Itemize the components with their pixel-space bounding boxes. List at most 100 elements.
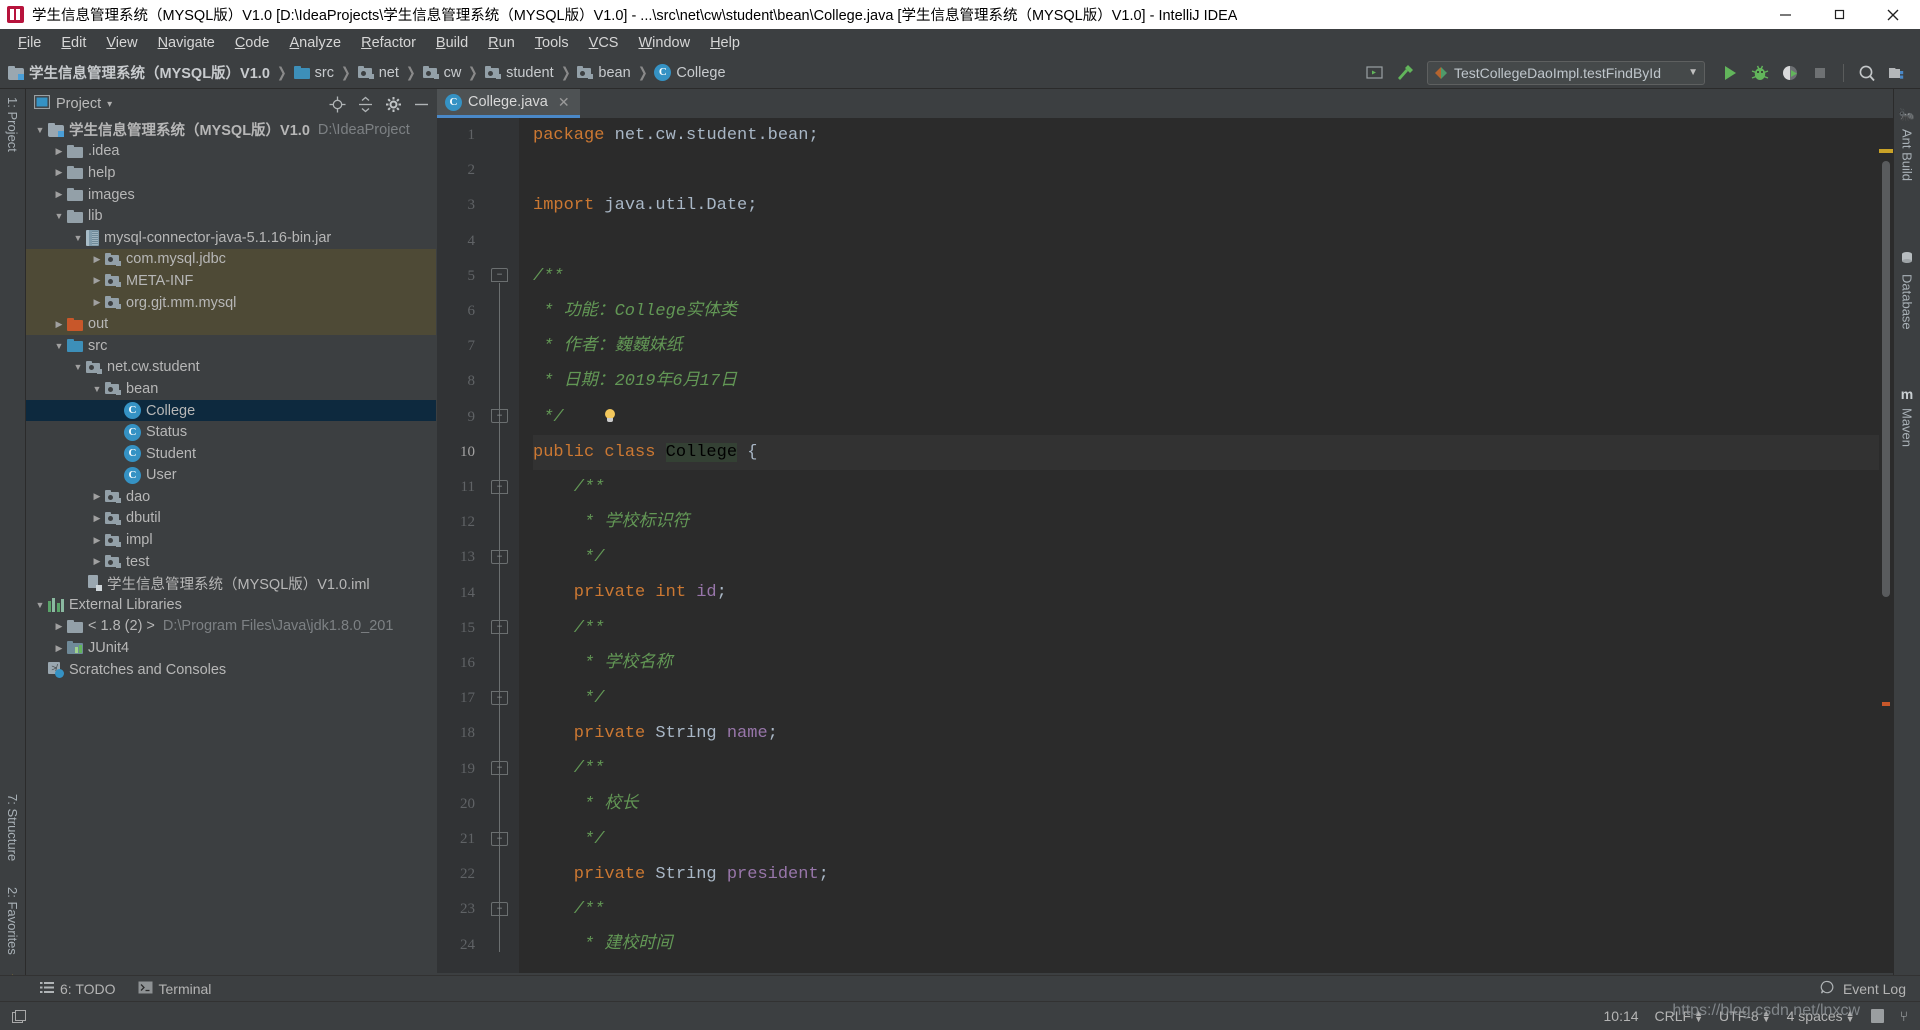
- tool-button-todo[interactable]: 6: TODO: [40, 981, 116, 997]
- menu-item-build[interactable]: Build: [426, 32, 478, 54]
- code-line[interactable]: * 日期：2019年6月17日: [533, 364, 1893, 399]
- code-line[interactable]: import java.util.Date;: [533, 188, 1893, 223]
- breadcrumb-item-mysqlv10[interactable]: 学生信息管理系统（MYSQL版）V1.0: [8, 62, 270, 83]
- chevron-right-icon[interactable]: ▶: [89, 513, 105, 524]
- tree-node[interactable]: ▼ bean: [26, 378, 436, 400]
- stop-button[interactable]: [1807, 60, 1833, 86]
- code-line[interactable]: /**: [533, 259, 1893, 294]
- menu-item-run[interactable]: Run: [478, 32, 525, 54]
- code-folding-marker[interactable]: –: [491, 902, 508, 916]
- menu-item-window[interactable]: Window: [628, 32, 700, 54]
- code-line[interactable]: * 功能：College实体类: [533, 294, 1893, 329]
- tree-node[interactable]: ▶ test: [26, 551, 436, 573]
- code-line[interactable]: * 学校标识符: [533, 505, 1893, 540]
- code-line[interactable]: private int id;: [533, 575, 1893, 610]
- chevron-right-icon[interactable]: ▶: [89, 535, 105, 546]
- editor-gutter[interactable]: 1 2 3 4 5–6 7 8 9–10 11–12 13–14 15–16 17–18 19–20 21…: [437, 118, 519, 1001]
- tree-node[interactable]: ▶ images: [26, 184, 436, 206]
- menu-item-vcs[interactable]: VCS: [579, 32, 629, 54]
- code-line[interactable]: * 校长: [533, 787, 1893, 822]
- code-folding-marker[interactable]: –: [491, 761, 508, 776]
- chevron-right-icon[interactable]: ▶: [51, 189, 67, 200]
- code-folding-marker[interactable]: –: [491, 690, 508, 705]
- code-line[interactable]: [533, 153, 1893, 188]
- breadcrumb-item-college[interactable]: C College: [654, 64, 726, 81]
- chevron-down-icon[interactable]: ▼: [32, 125, 48, 135]
- close-button[interactable]: [1866, 0, 1920, 29]
- collapse-all-icon[interactable]: [356, 95, 374, 113]
- breadcrumb-item-student[interactable]: student: [485, 65, 554, 81]
- code-line[interactable]: public class College {: [533, 434, 1893, 470]
- project-structure-button[interactable]: [1884, 60, 1910, 86]
- code-line[interactable]: * 学校名称: [533, 646, 1893, 681]
- chevron-right-icon[interactable]: ▶: [51, 167, 67, 178]
- line-separator[interactable]: CRLF ▲ ▼: [1655, 1008, 1703, 1024]
- tree-node[interactable]: ▶ dbutil: [26, 508, 436, 530]
- chevron-right-icon[interactable]: ▶: [89, 275, 105, 286]
- sidebar-tab-project[interactable]: 1: Project: [5, 89, 20, 160]
- minimize-button[interactable]: [1758, 0, 1812, 29]
- tree-node[interactable]: ▶ help: [26, 162, 436, 184]
- chevron-down-icon[interactable]: ▼: [89, 384, 105, 394]
- tree-node[interactable]: ▶ org.gjt.mm.mysql: [26, 291, 436, 314]
- hammer-icon[interactable]: [1391, 60, 1417, 86]
- event-log-label[interactable]: Event Log: [1843, 981, 1906, 997]
- tree-node[interactable]: ▶ .idea: [26, 141, 436, 163]
- chevron-right-icon[interactable]: ▶: [51, 146, 67, 157]
- code-line[interactable]: /**: [533, 751, 1893, 786]
- caret-position[interactable]: 10:14: [1604, 1008, 1639, 1024]
- code-content[interactable]: package net.cw.student.bean; import java…: [519, 118, 1893, 1001]
- tree-node[interactable]: ▶ impl: [26, 529, 436, 551]
- maximize-button[interactable]: [1812, 0, 1866, 29]
- code-folding-marker[interactable]: –: [491, 409, 508, 424]
- code-line[interactable]: /**: [533, 470, 1893, 505]
- code-line[interactable]: private String president;: [533, 857, 1893, 892]
- tool-tab-maven[interactable]: m Maven: [1900, 340, 1915, 457]
- code-folding-marker[interactable]: –: [491, 831, 508, 846]
- tool-tab-ant-build[interactable]: 🐜 Ant Build: [1899, 89, 1915, 191]
- tree-node[interactable]: ▶CCollege: [26, 399, 436, 422]
- scrollbar-thumb[interactable]: [1882, 161, 1890, 597]
- run-with-coverage-button[interactable]: [1777, 60, 1803, 86]
- code-line[interactable]: * 作者：巍巍妹纸: [533, 329, 1893, 364]
- minus-icon[interactable]: [412, 95, 430, 113]
- menu-item-code[interactable]: Code: [225, 32, 280, 54]
- tree-node[interactable]: ▶≯Scratches and Consoles: [26, 659, 436, 681]
- tree-node[interactable]: ▶CStudent: [26, 443, 436, 465]
- code-line[interactable]: */: [533, 400, 1893, 435]
- sidebar-tab-favorites[interactable]: 2: Favorites: [5, 879, 20, 963]
- tree-node[interactable]: ▼ 学生信息管理系统（MYSQL版）V1.0 D:\IdeaProject: [26, 119, 436, 141]
- debug-button[interactable]: [1747, 60, 1773, 86]
- breadcrumb-item-src[interactable]: src: [293, 65, 334, 81]
- run-button[interactable]: [1717, 60, 1743, 86]
- chevron-right-icon[interactable]: ▶: [89, 254, 105, 265]
- menu-item-edit[interactable]: Edit: [51, 32, 96, 54]
- intention-bulb-icon[interactable]: [603, 408, 617, 425]
- chevron-right-icon[interactable]: ▶: [51, 643, 67, 654]
- chevron-right-icon[interactable]: ▶: [89, 491, 105, 502]
- tree-node[interactable]: ▼ External Libraries: [26, 594, 436, 616]
- editor-tab-college-java[interactable]: C College.java ✕: [437, 89, 580, 118]
- code-line[interactable]: /**: [533, 892, 1893, 927]
- tree-node[interactable]: ▼ src: [26, 335, 436, 357]
- chevron-right-icon[interactable]: ▶: [89, 297, 105, 308]
- breadcrumb-item-net[interactable]: net: [357, 65, 399, 81]
- tree-node[interactable]: ▶CStatus: [26, 421, 436, 443]
- tool-tab-database[interactable]: Database: [1900, 191, 1915, 340]
- code-folding-marker[interactable]: –: [491, 550, 508, 564]
- code-line[interactable]: /**: [533, 611, 1893, 646]
- menu-item-help[interactable]: Help: [700, 32, 750, 54]
- chevron-down-icon[interactable]: ▼: [1688, 67, 1698, 78]
- breadcrumb-item-bean[interactable]: bean: [577, 65, 631, 81]
- chevron-down-icon[interactable]: ▼: [70, 233, 86, 243]
- menu-item-analyze[interactable]: Analyze: [280, 32, 352, 54]
- crosshair-icon[interactable]: [328, 95, 346, 113]
- lock-icon[interactable]: [1870, 1009, 1884, 1023]
- chevron-right-icon[interactable]: ▶: [51, 319, 67, 330]
- tree-node[interactable]: ▶ META-INF: [26, 270, 436, 292]
- project-panel-dropdown-icon[interactable]: ▾: [107, 99, 112, 110]
- file-encoding[interactable]: UTF-8 ▲ ▼: [1719, 1008, 1771, 1024]
- project-tree[interactable]: ▼ 学生信息管理系统（MYSQL版）V1.0 D:\IdeaProject ▶ .ide…: [26, 119, 436, 1001]
- search-everywhere-button[interactable]: [1854, 60, 1880, 86]
- chevron-down-icon[interactable]: ▼: [32, 600, 48, 610]
